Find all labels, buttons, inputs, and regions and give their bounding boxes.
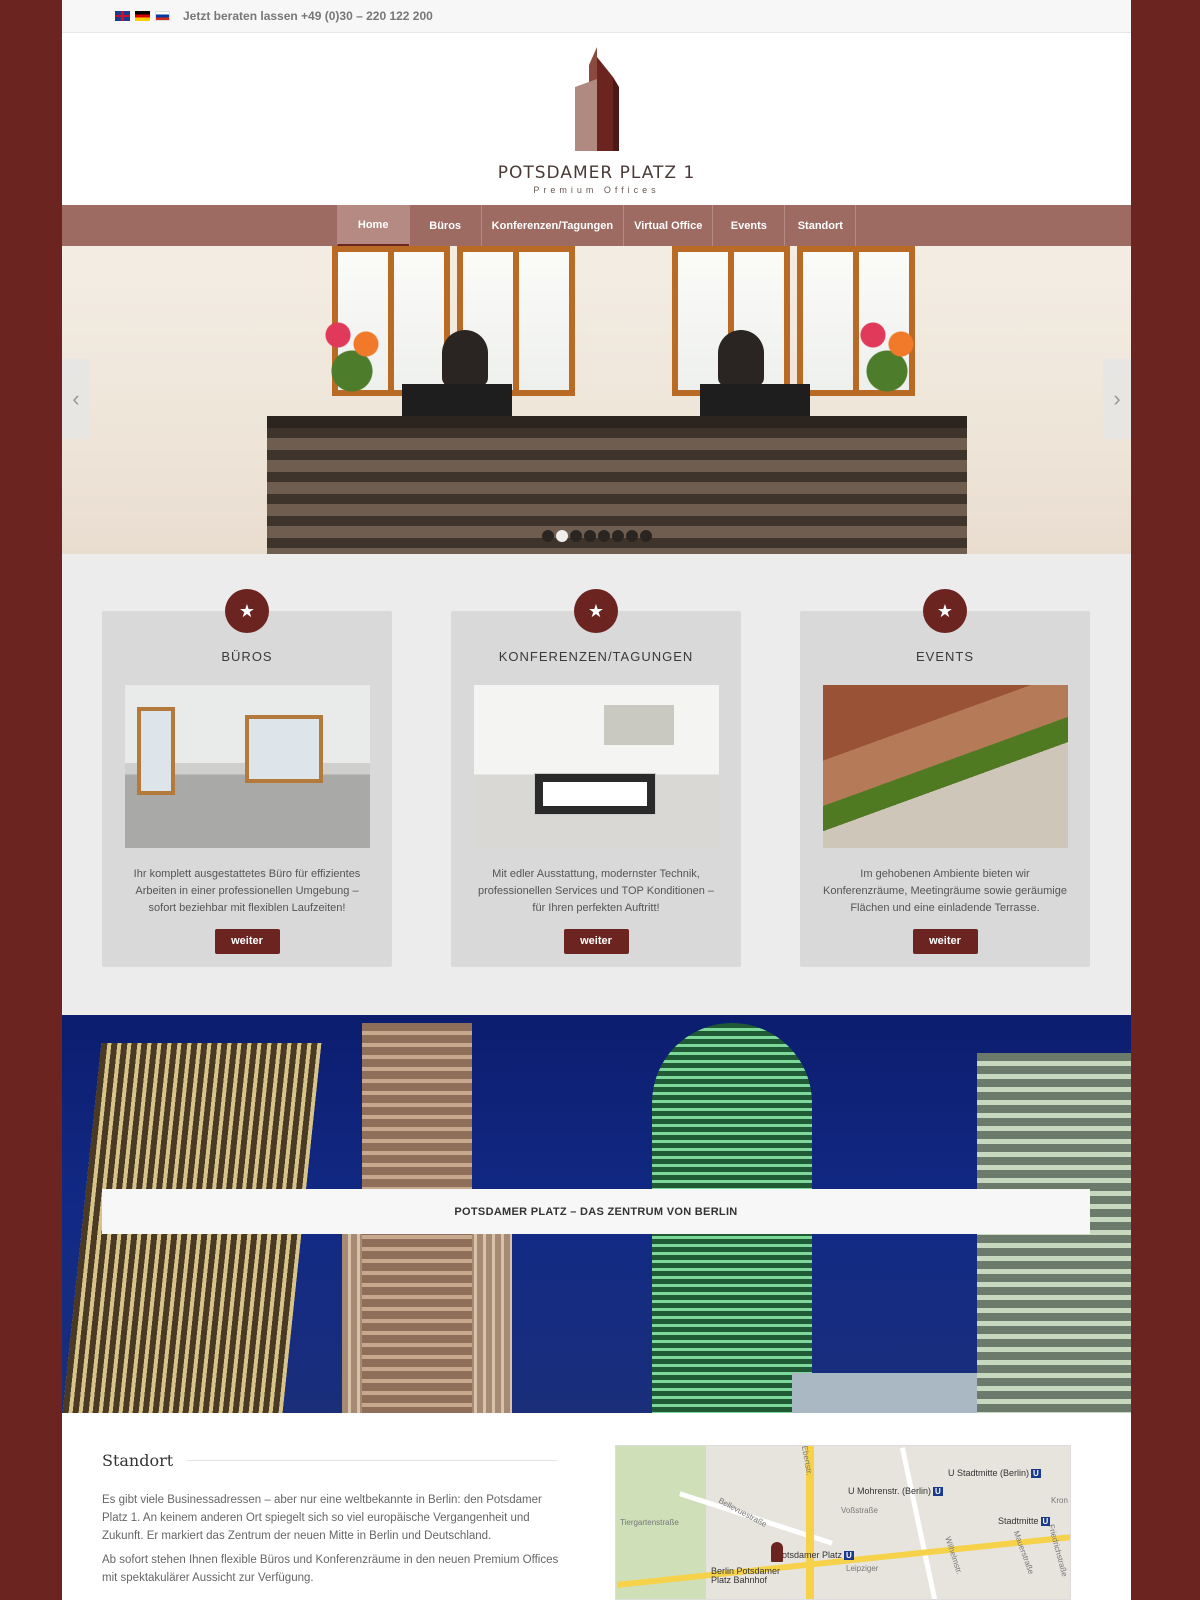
standort-paragraph: Ab sofort stehen Ihnen flexible Büros un… [102,1554,559,1584]
weiter-button[interactable]: weiter [563,929,629,954]
station-name: Stadtmitte [998,1516,1039,1526]
monitor [700,384,810,418]
contact-phone[interactable]: Jetzt beraten lassen +49 (0)30 – 220 122… [183,9,433,23]
slider-dot[interactable] [597,530,610,542]
glass-roof [792,1373,992,1413]
nav-item-bueros[interactable]: Büros [408,205,481,246]
monitor [402,384,512,418]
map-street-label: Kron [1051,1496,1068,1505]
station-name: Potsdamer Platz [776,1550,843,1560]
nav-item-standort[interactable]: Standort [784,205,857,246]
slider-dot[interactable] [569,530,582,542]
star-icon: ★ [574,589,618,633]
slider-dot[interactable] [625,530,638,542]
map-street-label: Bellevuestraße [717,1496,769,1529]
slider-dot[interactable] [555,530,568,542]
flag-en-icon[interactable] [115,11,130,21]
feature-box-bueros: ★ BÜROS Ihr komplett ausgestattetes Büro… [102,589,392,967]
flower-arrangement [852,308,922,398]
logo-tower-icon[interactable] [567,47,627,151]
city-banner: POTSDAMER PLATZ – DAS ZENTRUM VON BERLIN [62,1015,1131,1413]
feature-text: Ihr komplett ausgestattetes Büro für eff… [133,868,361,914]
feature-box-konferenzen: ★ KONFERENZEN/TAGUNGEN Mit edler Ausstat… [451,589,741,967]
station-name: U Mohrenstr. (Berlin) [848,1486,932,1496]
heading-divider [187,1460,557,1461]
logo-subtitle: Premium Offices [533,185,660,195]
feature-image-office[interactable] [124,685,370,848]
slider-dots [62,530,1131,542]
map-street-label: Voßstraße [841,1506,878,1515]
station-name: U Stadtmitte (Berlin) [948,1468,1030,1478]
map-street-label: Mauerstraße [1011,1529,1036,1576]
receptionist [442,330,488,386]
slider-dot[interactable] [611,530,624,542]
receptionist [718,330,764,386]
weiter-button[interactable]: weiter [912,929,978,954]
map-station-label[interactable]: Potsdamer Platz U [776,1550,854,1560]
feature-text: Mit edler Ausstattung, modernster Techni… [477,868,715,914]
map-station-label[interactable]: U Mohrenstr. (Berlin) U [848,1486,943,1496]
feature-title: KONFERENZEN/TAGUNGEN [498,649,694,664]
location-pin-icon[interactable] [771,1542,783,1562]
features-section: ★ BÜROS Ihr komplett ausgestattetes Büro… [62,554,1131,1015]
feature-image-events[interactable] [822,685,1068,848]
map-road [899,1447,938,1599]
feature-image-conference[interactable] [473,685,719,848]
standort-title: Standort [102,1451,174,1470]
banner-caption: POTSDAMER PLATZ – DAS ZENTRUM VON BERLIN [102,1189,1090,1234]
chevron-left-icon: ‹ [72,386,80,411]
slider-dot[interactable] [583,530,596,542]
map-station-label[interactable]: U Stadtmitte (Berlin) U [948,1468,1041,1478]
star-icon: ★ [225,589,269,633]
flower-arrangement [317,308,387,398]
feature-title: EVENTS [915,649,974,664]
location-map[interactable]: Tiergartenstraße Bellevuestraße Voßstraß… [615,1445,1071,1600]
standort-section: Standort Es gibt viele Businessadressen … [62,1413,1131,1600]
slider-dot[interactable] [639,530,652,542]
feature-title: BÜROS [221,649,273,664]
chevron-right-icon: › [1113,386,1121,411]
u-bahn-icon: U [1031,1469,1041,1478]
standort-heading: Standort [102,1451,557,1470]
map-station-label[interactable]: Stadtmitte U [998,1516,1051,1526]
map-street-label: Wilhelmstr. [943,1535,964,1576]
header: POTSDAMER PLATZ 1 Premium Offices [62,33,1131,205]
page-wrapper: Jetzt beraten lassen +49 (0)30 – 220 122… [62,0,1131,1600]
nav-item-home[interactable]: Home [336,205,409,246]
map-street-label: Leipziger [846,1564,879,1573]
slider-dot[interactable] [541,530,554,542]
nav-item-events[interactable]: Events [712,205,784,246]
top-bar: Jetzt beraten lassen +49 (0)30 – 220 122… [62,0,1131,33]
weiter-button[interactable]: weiter [214,929,280,954]
u-bahn-icon: U [933,1487,943,1496]
map-street-label: Tiergartenstraße [620,1518,679,1527]
star-icon: ★ [923,589,967,633]
map-street-label: Friedrichstraße [1046,1523,1070,1578]
u-bahn-icon: U [1040,1517,1051,1526]
standort-paragraph: Es gibt viele Businessadressen – aber nu… [102,1494,542,1542]
nav-item-konferenzen[interactable]: Konferenzen/Tagungen [480,205,623,246]
hero-slider: ‹ › [62,246,1131,554]
flag-ru-icon[interactable] [155,11,170,21]
feature-box-events: ★ EVENTS Im gehobenen Ambiente bieten wi… [800,589,1090,967]
u-bahn-icon: U [844,1551,854,1560]
map-station-label[interactable]: Berlin Potsdamer Platz Bahnhof [711,1567,791,1585]
nav-item-virtual-office[interactable]: Virtual Office [623,205,712,246]
feature-text: Im gehobenen Ambiente bieten wir Konfere… [823,868,1067,914]
main-nav: Home Büros Konferenzen/Tagungen Virtual … [62,205,1131,246]
slider-prev-button[interactable]: ‹ [62,359,90,439]
slider-next-button[interactable]: › [1103,359,1131,439]
flag-de-icon[interactable] [135,11,150,21]
logo-title: POTSDAMER PLATZ 1 [497,163,696,183]
